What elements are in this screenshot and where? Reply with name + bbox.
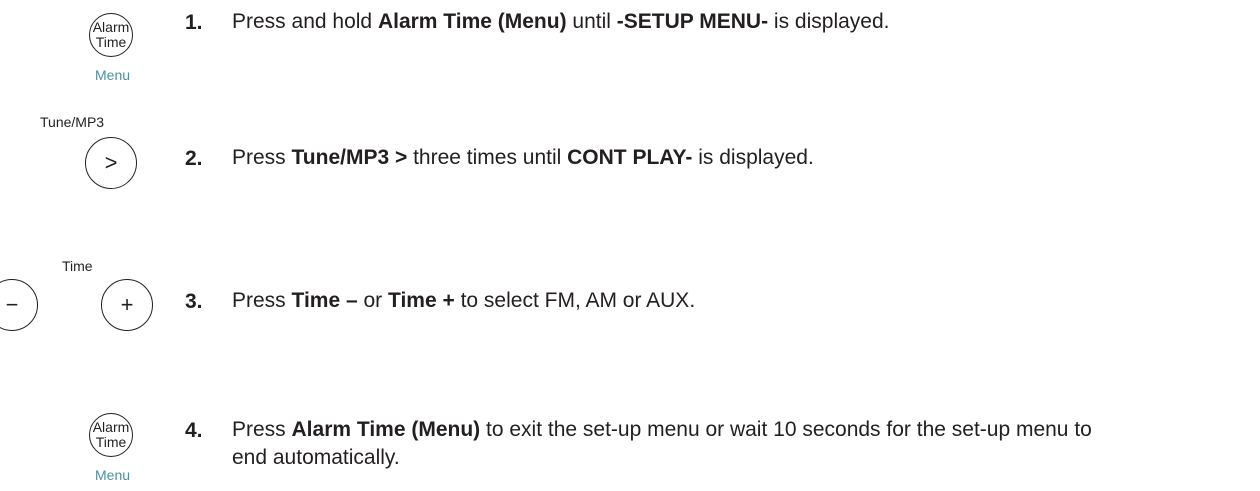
step-2-bold-b: CONT PLAY- [567,146,693,169]
step-3-text: Press Time – or Time + to select FM, AM … [232,287,1122,315]
step-1-text-c: is displayed. [768,10,890,33]
alarm-time-button-2: Alarm Time [89,413,133,457]
alarm-time-button: Alarm Time [89,13,133,57]
step-3-bold-b: Time + [388,289,455,312]
step-3-text-a: Press [232,289,292,312]
time-minus-button: − [0,279,38,331]
tune-mp3-label: Tune/MP3 [40,114,105,130]
alarm-time-button-2-line2: Time [95,434,127,450]
step-4-text-a: Press [232,418,292,441]
step-4-number: 4. [185,419,203,442]
step-2-text-a: Press [232,146,292,169]
step-2-text-c: is displayed. [692,146,814,169]
step-1-text-b: until [566,10,617,33]
tune-next-button: > [85,137,137,189]
alarm-time-button-line1: Alarm [92,19,130,35]
step-4-text: Press Alarm Time (Menu) to exit the set-… [232,416,1122,472]
step-3-bold-a: Time – [291,289,358,312]
time-label: Time [62,258,93,274]
chevron-right-icon: > [104,150,118,175]
step-1-bold-a: Alarm Time (Menu) [377,10,567,33]
step-3-number: 3. [185,290,203,313]
step-2-bold-a: Tune/MP3 > [291,146,408,169]
step-1-text: Press and hold Alarm Time (Menu) until -… [232,8,1122,36]
step-1-number: 1. [185,11,203,34]
plus-icon: + [120,292,134,317]
menu-caption: Menu [95,67,131,83]
alarm-time-button-line2: Time [95,34,127,50]
step-3-text-c: to select FM, AM or AUX. [454,289,696,312]
time-plus-button: + [101,279,153,331]
minus-icon: − [5,292,19,317]
step-1-text-a: Press and hold [232,10,378,33]
menu-caption-2: Menu [95,467,131,483]
step-2-text-b: three times until [407,146,568,169]
alarm-time-button-2-line1: Alarm [92,419,130,435]
step-2-number: 2. [185,147,203,170]
step-4-bold-a: Alarm Time (Menu) [291,418,481,441]
step-1-bold-b: -SETUP MENU- [616,10,769,33]
step-2-text: Press Tune/MP3 > three times until CONT … [232,144,1122,172]
step-3-text-b: or [357,289,389,312]
